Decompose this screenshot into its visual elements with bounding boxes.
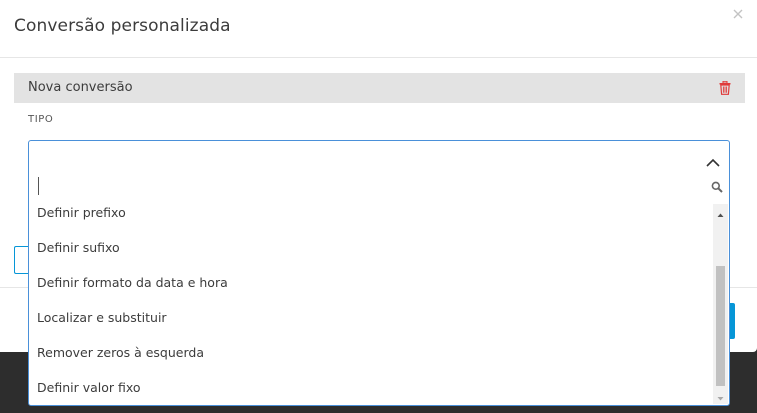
close-icon[interactable] <box>730 6 746 22</box>
dialog-title: Conversão personalizada <box>14 16 231 36</box>
dialog-header: Conversão personalizada <box>0 0 757 58</box>
dropdown-scrollbar[interactable] <box>713 204 728 404</box>
conversion-section-header: Nova conversão <box>14 73 745 103</box>
trash-icon[interactable] <box>719 80 733 96</box>
scrollbar-thumb[interactable] <box>716 266 725 386</box>
option-find-replace[interactable]: Localizar e substituir <box>29 306 713 341</box>
option-set-fixed-value[interactable]: Definir valor fixo <box>29 376 713 411</box>
option-set-prefix[interactable]: Definir prefixo <box>29 201 713 236</box>
search-icon <box>711 178 723 193</box>
type-field-label: TIPO <box>28 114 54 125</box>
dropdown-search-input[interactable] <box>37 174 701 200</box>
dropdown-options: Definir prefixo Definir sufixo Definir f… <box>29 201 713 411</box>
scroll-down-arrow-icon[interactable] <box>713 390 728 402</box>
chevron-up-icon[interactable] <box>706 152 720 167</box>
scroll-up-arrow-icon[interactable] <box>713 206 728 218</box>
type-dropdown[interactable]: Definir prefixo Definir sufixo Definir f… <box>28 140 730 406</box>
section-title: Nova conversão <box>28 80 133 95</box>
text-cursor <box>38 177 39 195</box>
option-set-suffix[interactable]: Definir sufixo <box>29 236 713 271</box>
option-set-datetime-format[interactable]: Definir formato da data e hora <box>29 271 713 306</box>
option-remove-leading-zeros[interactable]: Remover zeros à esquerda <box>29 341 713 376</box>
